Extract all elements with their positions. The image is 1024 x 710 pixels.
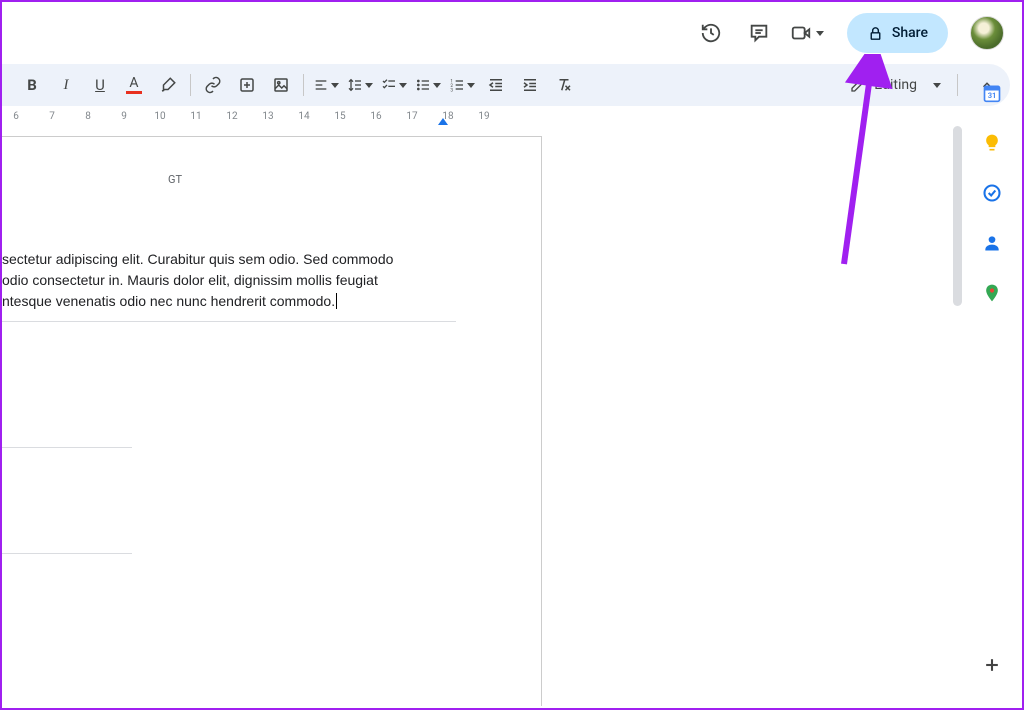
ruler-label: 14 — [298, 111, 309, 122]
document-canvas: GT sectetur adipiscing elit. Curabitur q… — [2, 126, 962, 706]
increase-indent-button[interactable] — [514, 70, 546, 100]
chevron-down-icon — [433, 83, 441, 88]
tasks-app-icon[interactable] — [981, 182, 1003, 204]
body-text[interactable]: sectetur adipiscing elit. Curabitur quis… — [2, 249, 462, 312]
horizontal-ruler[interactable]: 6 7 8 9 10 11 12 13 14 15 16 17 18 19 — [2, 108, 1022, 126]
ruler-label: 15 — [334, 111, 345, 122]
history-icon[interactable] — [691, 13, 731, 53]
svg-text:31: 31 — [988, 91, 997, 100]
numbered-list-button[interactable]: 123 — [446, 70, 478, 100]
bulleted-list-button[interactable] — [412, 70, 444, 100]
ruler-label: 17 — [406, 111, 417, 122]
ruler-label: 16 — [370, 111, 381, 122]
ruler-label: 10 — [154, 111, 165, 122]
share-button[interactable]: Share — [847, 13, 948, 53]
divider — [957, 74, 958, 96]
chevron-down-icon — [816, 31, 824, 36]
ruler-label: 12 — [226, 111, 237, 122]
underline-button[interactable]: U — [84, 70, 116, 100]
page[interactable]: GT sectetur adipiscing elit. Curabitur q… — [2, 136, 542, 706]
top-bar: Share — [2, 2, 1022, 64]
chevron-down-icon — [467, 83, 475, 88]
clear-formatting-button[interactable] — [548, 70, 580, 100]
highlight-button[interactable] — [152, 70, 184, 100]
keep-app-icon[interactable] — [981, 132, 1003, 154]
checklist-button[interactable] — [378, 70, 410, 100]
chevron-down-icon — [399, 83, 407, 88]
meet-button[interactable] — [787, 13, 827, 53]
formatting-toolbar: B I U A 123 Editi — [2, 64, 1010, 106]
align-button[interactable] — [310, 70, 342, 100]
separator-line — [2, 553, 132, 554]
ruler-label: 19 — [478, 111, 489, 122]
insert-link-button[interactable] — [197, 70, 229, 100]
side-panel: 31 — [964, 64, 1020, 706]
italic-button[interactable]: I — [50, 70, 82, 100]
ruler-label: 6 — [13, 111, 19, 122]
line-spacing-button[interactable] — [344, 70, 376, 100]
separator-line — [2, 321, 456, 322]
right-margin-marker[interactable] — [438, 118, 448, 125]
ruler-label: 9 — [121, 111, 127, 122]
comments-icon[interactable] — [739, 13, 779, 53]
divider — [303, 74, 304, 96]
lock-icon — [867, 25, 884, 42]
add-app-button[interactable] — [981, 654, 1003, 676]
maps-app-icon[interactable] — [981, 282, 1003, 304]
ruler-label: 7 — [49, 111, 55, 122]
calendar-app-icon[interactable]: 31 — [981, 82, 1003, 104]
editing-label: Editing — [874, 77, 917, 93]
chevron-down-icon — [933, 83, 941, 88]
bold-button[interactable]: B — [16, 70, 48, 100]
ruler-label: 13 — [262, 111, 273, 122]
ruler-label: 8 — [85, 111, 91, 122]
text-color-button[interactable]: A — [118, 70, 150, 100]
separator-line — [2, 447, 132, 448]
divider — [190, 74, 191, 96]
chevron-down-icon — [331, 83, 339, 88]
insert-image-button[interactable] — [265, 70, 297, 100]
ruler-label: 11 — [190, 111, 201, 122]
editing-mode-button[interactable]: Editing — [840, 70, 951, 100]
chevron-down-icon — [365, 83, 373, 88]
text-cursor — [336, 293, 337, 309]
scrollbar-thumb[interactable] — [953, 126, 962, 306]
pencil-icon — [850, 77, 866, 93]
share-label: Share — [892, 25, 928, 41]
svg-text:3: 3 — [450, 88, 453, 93]
header-text: GT — [168, 173, 182, 186]
decrease-indent-button[interactable] — [480, 70, 512, 100]
add-comment-button[interactable] — [231, 70, 263, 100]
avatar[interactable] — [970, 16, 1004, 50]
contacts-app-icon[interactable] — [981, 232, 1003, 254]
